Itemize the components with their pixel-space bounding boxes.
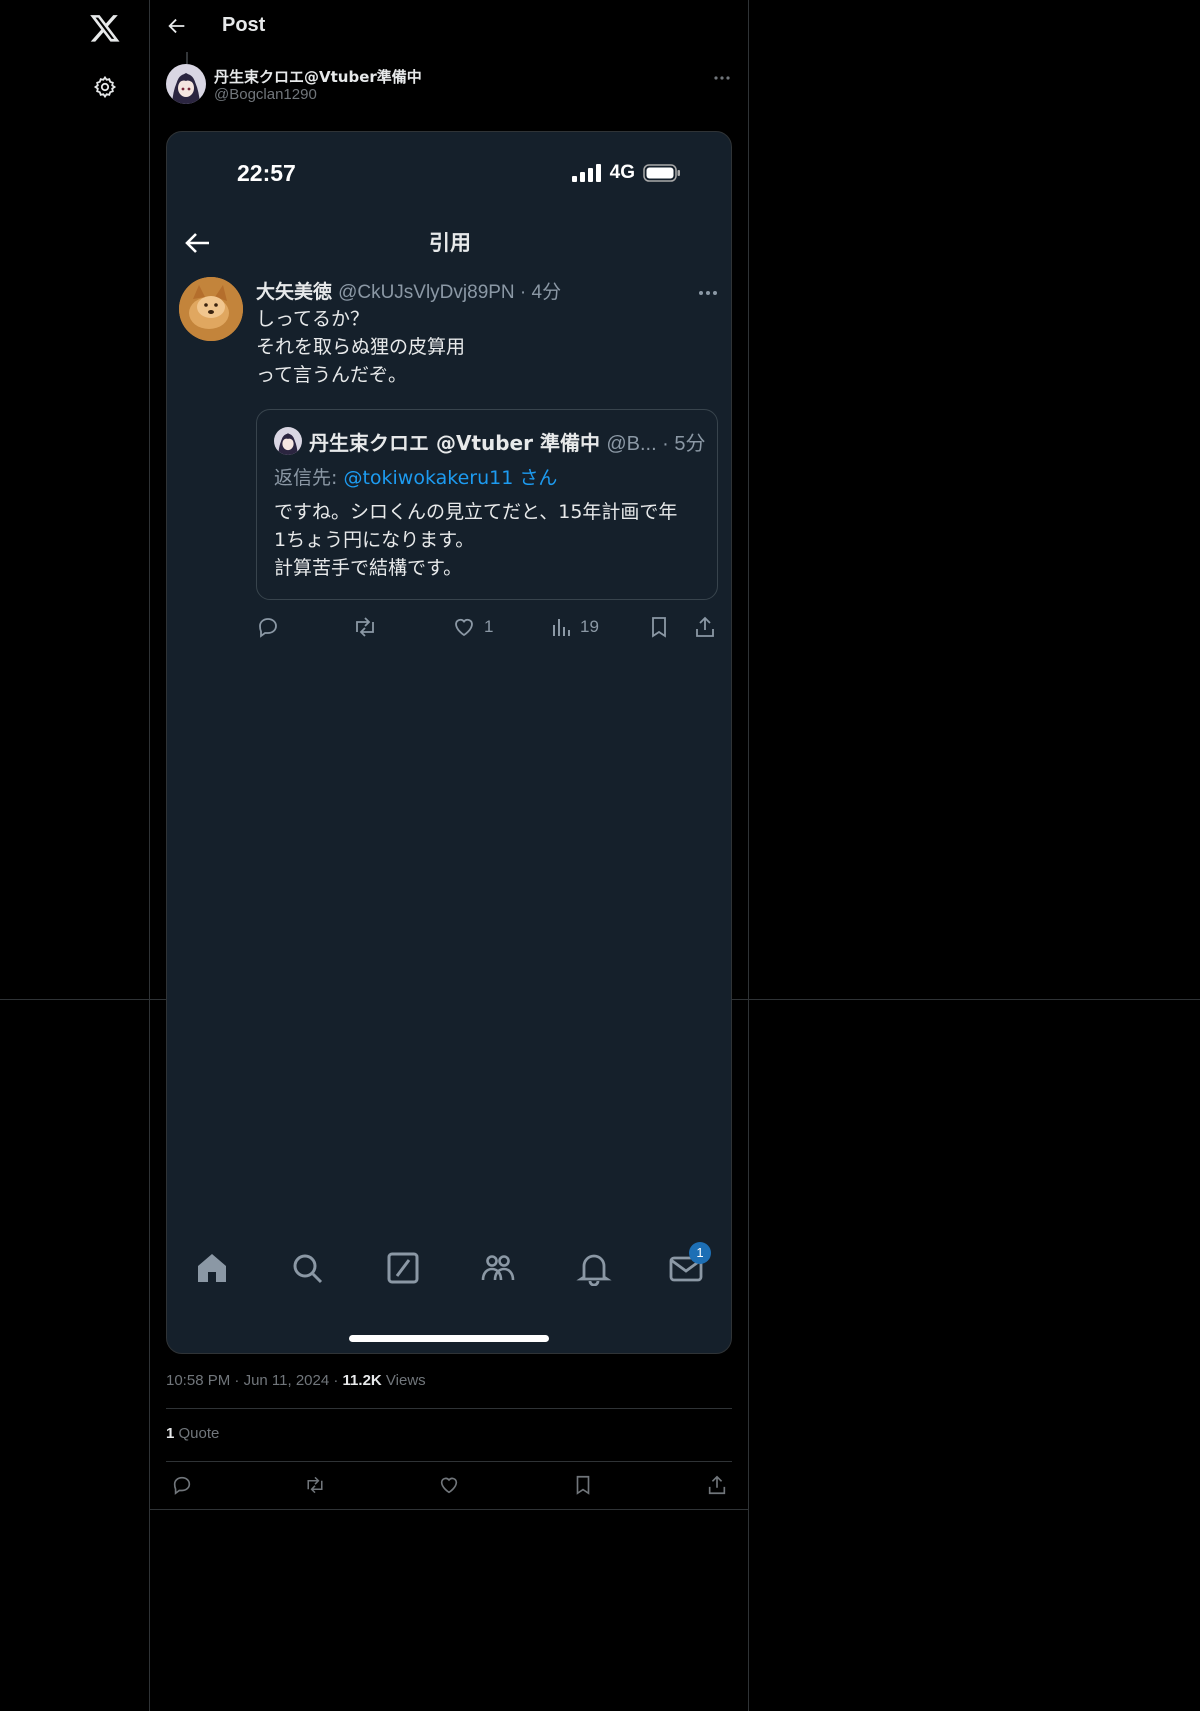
tweet-text: しってるか？ それを取らぬ狸の皮算用 って言うんだぞ。 [256,305,716,389]
like-count: 1 [484,617,494,636]
notifications-bell-icon [576,1254,612,1286]
settings-gear-icon[interactable] [93,75,117,99]
tweet-author-name: 大矢美徳 [256,281,333,303]
like-icon[interactable] [438,1474,460,1496]
message-badge: 1 [689,1242,711,1264]
communities-icon [481,1255,515,1281]
author-avatar[interactable] [166,64,206,104]
heart-icon [455,618,473,637]
post-meta: 10:58 PM · Jun 11, 2024 · 11.2K Views [166,1372,426,1389]
quote-label: Quote [178,1425,220,1442]
post-actions [166,1474,732,1498]
reply-to: 返信先: @tokiwokakeru11 さん [274,463,557,490]
screenshot-tweet-actions: 1 19 [256,612,718,642]
more-options-icon[interactable] [712,68,732,88]
quoted-line: 計算苦手で結構です。 [274,557,463,579]
main-divider [748,0,749,1711]
reply-action [256,612,280,642]
divider [166,1461,732,1462]
views-label: Views [385,1372,426,1389]
left-rail [0,0,149,1711]
views-action: 19 [550,612,599,642]
quoted-handle-time: @B... · 5分 [606,433,706,455]
divider [166,1408,732,1409]
home-indicator [349,1335,549,1342]
share-icon [696,616,714,637]
quoted-line: 1ちょう円になります。 [274,529,475,551]
quoted-header: 丹生束クロエ @Vtuber 準備中 @B... · 5分 [309,427,709,456]
tweet-line: って言うんだぞ。 [256,364,408,386]
tweet-handle-time: @CkUJsVlyDvj89PN · 4分 [338,282,562,303]
quote-count: 1 [166,1425,175,1442]
more-options-icon [699,291,717,295]
retweet-icon[interactable] [304,1474,326,1496]
bookmark-icon[interactable] [572,1474,594,1496]
post-author: 丹生束クロエ@Vtuber準備中 @Bogclan1290 [166,64,732,108]
tweet-line: しってるか？ [256,308,370,330]
retweet-action [352,612,378,642]
search-icon [293,1254,323,1284]
quoted-text: ですね。シロくんの見立てだと、15年計画で年 1ちょう円になります。 計算苦手で… [274,498,704,582]
network-label: 4G [609,162,635,183]
tweet-header: 大矢美徳 @CkUJsVlyDvj89PN · 4分 [256,277,561,304]
quote-stats[interactable]: 1 Quote [166,1425,219,1442]
author-handle[interactable]: @Bogclan1290 [214,86,317,103]
quoted-avatar [274,427,302,455]
quoted-author-name: 丹生束クロエ @Vtuber 準備中 [309,431,600,455]
bookmark-action [648,612,670,642]
divider [150,1509,748,1510]
grok-icon [387,1252,419,1284]
back-arrow-icon[interactable] [166,15,188,37]
screenshot-tab-bar: 1 [167,1242,731,1292]
x-logo-icon[interactable] [89,12,121,44]
thread-connector [186,52,188,64]
reply-icon[interactable] [171,1474,193,1496]
author-name[interactable]: 丹生束クロエ@Vtuber準備中 [214,66,422,87]
status-time: 22:57 [237,160,296,186]
views-count: 11.2K [342,1372,382,1389]
retweet-icon [356,617,374,637]
view-count: 19 [580,617,599,636]
screenshot-nav-title: 引用 [429,231,471,255]
reply-icon [259,618,277,638]
post-time[interactable]: 10:58 PM [166,1372,230,1389]
battery-icon [643,164,680,182]
quoted-tweet-card: 丹生束クロエ @Vtuber 準備中 @B... · 5分 返信先: @toki… [256,409,718,600]
page-title: Post [222,14,266,36]
reply-mention: @tokiwokakeru11 さん [343,467,558,489]
tweet-avatar [179,277,243,341]
post-date[interactable]: Jun 11, 2024 [244,1372,330,1389]
signal-icon [571,164,601,182]
attached-screenshot[interactable]: 22:57 4G 引用 大矢美徳 @CkUJsVlyDvj89PN · 4分 し… [166,131,732,1354]
main-column: Post 丹生束クロエ@Vtuber準備中 @Bogclan1290 22:57 [150,0,748,1711]
status-indicators: 4G [571,162,681,184]
like-action: 1 [452,612,493,642]
post-header: Post [150,0,748,56]
home-icon [198,1254,226,1282]
reply-prefix: 返信先: [274,467,344,489]
share-action [694,612,716,642]
views-chart-icon [553,619,570,636]
bookmark-icon [652,617,666,638]
share-icon[interactable] [706,1474,728,1496]
quoted-line: ですね。シロくんの見立てだと、15年計画で年 [274,501,678,523]
tweet-line: それを取らぬ狸の皮算用 [256,336,466,358]
